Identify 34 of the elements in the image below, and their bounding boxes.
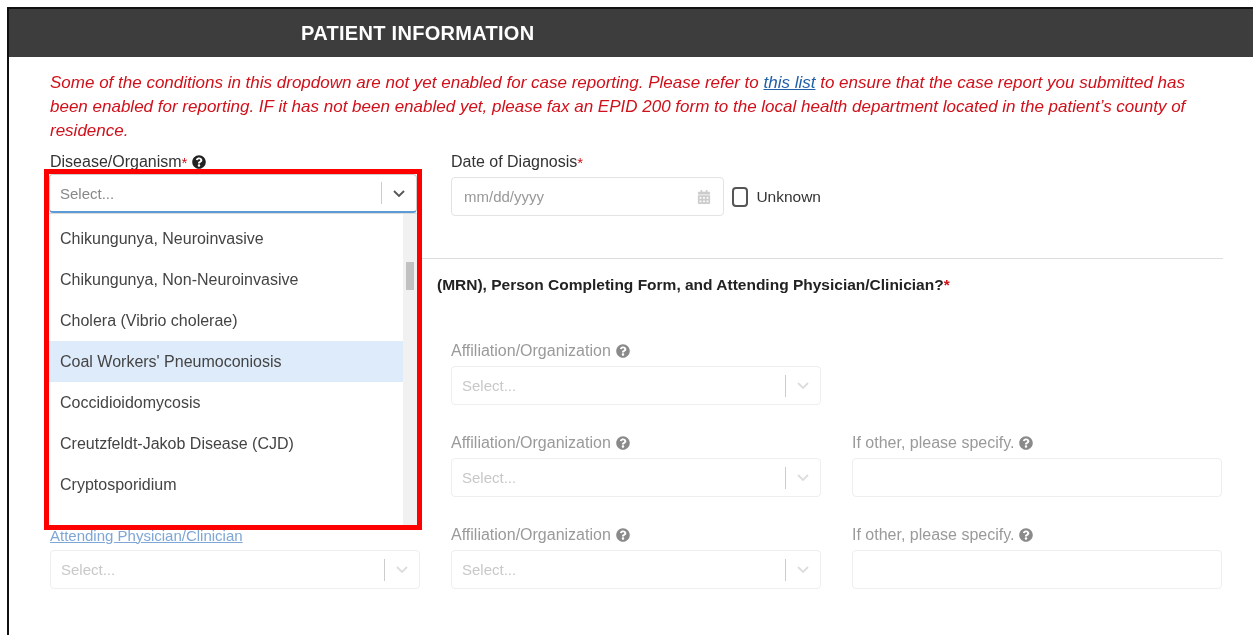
chevron-down-icon bbox=[396, 566, 408, 573]
chevron-down-icon bbox=[393, 189, 405, 197]
dropdown-option[interactable]: Coal Workers' Pneumoconiosis bbox=[49, 341, 403, 382]
scrollbar[interactable] bbox=[403, 214, 417, 525]
other-label: If other, please specify. bbox=[852, 434, 1015, 452]
affiliation-label: Affiliation/Organization bbox=[451, 434, 611, 452]
dropdown-option[interactable]: Chikungunya, Neuroinvasive bbox=[49, 218, 403, 259]
required-mark: * bbox=[181, 153, 188, 171]
affiliation-label: Affiliation/Organization bbox=[451, 342, 611, 360]
dropdown-option[interactable]: Cholera (Vibrio cholerae) bbox=[49, 300, 403, 341]
affiliation-label: Affiliation/Organization bbox=[451, 526, 611, 544]
select-field[interactable]: Select... bbox=[49, 174, 417, 213]
help-icon[interactable] bbox=[192, 155, 207, 169]
notice-text: Some of the conditions in this dropdown are not yet enabled for case reporting. Please refer to this list to ensure that the case report you submitted has been enabled for reporting. IF it has not been enabled yet, please fax an EPID 200 form to the local health department located in the patient’s county of residence. bbox=[50, 72, 1188, 142]
question-text: (MRN), Person Completing Form, and Attending Physician/Clinician? bbox=[437, 276, 944, 294]
dropdown-option[interactable]: Chikungunya, Non-Neuroinvasive bbox=[49, 259, 403, 300]
this-list-link[interactable]: this list bbox=[763, 73, 816, 92]
section-title: PATIENT INFORMATION bbox=[301, 21, 535, 45]
required-mark: * bbox=[577, 153, 584, 171]
disease-label: Disease/Organism bbox=[50, 153, 182, 171]
unknown-label: Unknown bbox=[756, 187, 821, 206]
date-placeholder: mm/dd/yyyy bbox=[464, 188, 545, 205]
unknown-checkbox[interactable] bbox=[731, 186, 749, 207]
calendar-icon bbox=[696, 189, 711, 204]
dropdown-option[interactable]: Coccidioidomycosis bbox=[49, 382, 403, 423]
select-placeholder: Select... bbox=[60, 184, 116, 202]
dropdown-option[interactable]: Cryptosporidium bbox=[49, 464, 403, 505]
dropdown-option[interactable]: Creutzfeldt-Jakob Disease (CJD) bbox=[49, 423, 403, 464]
chevron-down-icon bbox=[797, 566, 809, 573]
chevron-down-icon bbox=[797, 382, 809, 389]
required-mark: * bbox=[943, 276, 950, 294]
chevron-down-icon bbox=[797, 474, 809, 481]
other-label: If other, please specify. bbox=[852, 526, 1015, 544]
date-label: Date of Diagnosis bbox=[451, 153, 578, 171]
